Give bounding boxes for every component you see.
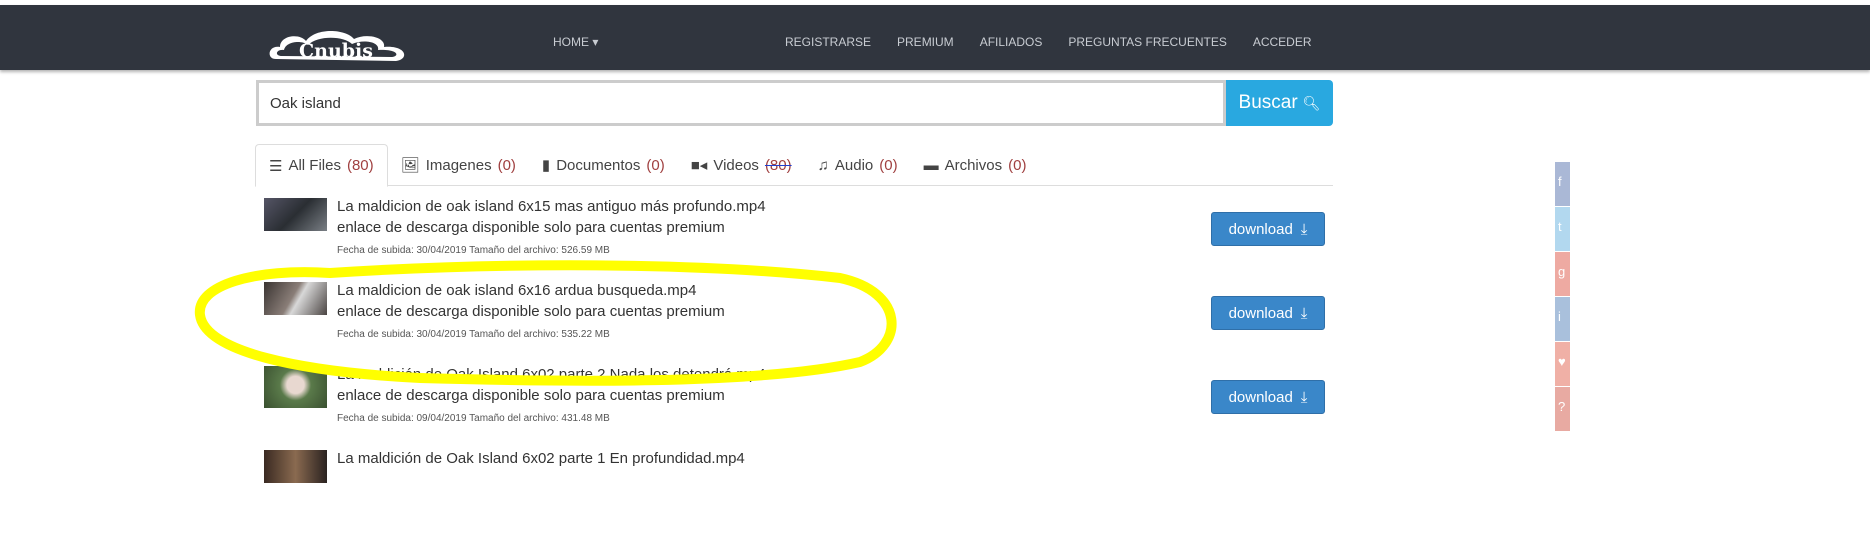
navbar: Cnubis HOME ▾ REGISTRARSE PREMIUM AFILIA… — [0, 5, 1870, 70]
search-input[interactable]: Oak island — [256, 80, 1226, 126]
caret-down-icon: ▾ — [592, 35, 599, 49]
download-icon: ⤓ — [1300, 304, 1308, 322]
facebook-icon[interactable]: f — [1555, 162, 1570, 206]
tab-label: Imagenes — [425, 156, 492, 174]
file-meta: Fecha de subida: 09/04/2019 Tamaño del a… — [337, 413, 610, 424]
file-row: La maldición de Oak Island 6x02 parte 2 … — [264, 366, 1334, 446]
tab-count: (80) — [764, 156, 792, 174]
twitter-icon[interactable]: t — [1555, 207, 1570, 251]
file-name[interactable]: La maldición de Oak Island 6x02 parte 1 … — [337, 450, 745, 467]
premium-note: enlace de descarga disponible solo para … — [337, 303, 725, 320]
google-plus-icon[interactable]: g — [1555, 252, 1570, 296]
tab-label: All Files — [288, 157, 341, 174]
nav-faq[interactable]: PREGUNTAS FRECUENTES — [1068, 35, 1226, 49]
tab-videos[interactable]: ■◂ Videos (80) — [678, 144, 805, 186]
archive-icon: ▬ — [923, 156, 939, 174]
tab-count: (0) — [1008, 156, 1027, 174]
download-button[interactable]: download ⤓ — [1211, 296, 1325, 330]
other-icon[interactable]: ? — [1555, 387, 1570, 431]
tab-count: (0) — [497, 156, 516, 174]
nav-home[interactable]: HOME ▾ — [553, 35, 598, 49]
social-share-bar: f t g i ♥ ? — [1555, 162, 1570, 432]
tab-count: (80) — [346, 157, 374, 174]
video-thumbnail[interactable] — [264, 366, 327, 408]
download-icon: ⤓ — [1300, 220, 1308, 238]
cnubis-logo[interactable]: Cnubis — [266, 27, 410, 67]
nav-home-label: HOME — [553, 35, 589, 49]
linkedin-icon[interactable]: i — [1555, 297, 1570, 341]
video-camera-icon: ■◂ — [690, 157, 708, 174]
file-type-tabs: ☰ All Files (80) 🖼︎ Imagenes (0) ▮ Documentos… — [255, 144, 1333, 187]
tab-archivos[interactable]: ▬ Archivos (0) — [911, 144, 1040, 186]
search-button[interactable]: Buscar 🔍︎ — [1226, 80, 1333, 126]
tab-label: Documentos — [556, 156, 641, 174]
file-name[interactable]: La maldición de Oak Island 6x02 parte 2 … — [337, 366, 766, 383]
tab-imagenes[interactable]: 🖼︎ Imagenes (0) — [388, 144, 529, 186]
tab-audio[interactable]: ♫ Audio (0) — [805, 144, 911, 186]
tab-label: Audio — [834, 156, 874, 174]
video-thumbnail[interactable] — [264, 450, 327, 483]
music-icon: ♫ — [817, 156, 829, 174]
premium-note: enlace de descarga disponible solo para … — [337, 219, 725, 236]
file-row: La maldicion de oak island 6x16 ardua bu… — [264, 282, 1334, 362]
tab-count: (0) — [879, 156, 898, 174]
tab-label: Videos — [713, 156, 759, 174]
svg-text:Cnubis: Cnubis — [299, 40, 373, 62]
nav-premium[interactable]: PREMIUM — [897, 35, 954, 49]
file-meta: Fecha de subida: 30/04/2019 Tamaño del a… — [337, 329, 610, 340]
file-icon: ▮ — [541, 157, 551, 174]
file-name[interactable]: La maldicion de oak island 6x16 ardua bu… — [337, 282, 696, 299]
video-thumbnail[interactable] — [264, 198, 327, 231]
download-icon: ⤓ — [1300, 388, 1308, 406]
list-icon: ☰ — [269, 157, 283, 175]
nav-afiliados[interactable]: AFILIADOS — [980, 35, 1043, 49]
pinterest-icon[interactable]: ♥ — [1555, 342, 1570, 386]
file-row: La maldicion de oak island 6x15 mas anti… — [264, 198, 1334, 278]
tab-documentos[interactable]: ▮ Documentos (0) — [529, 144, 678, 186]
nav-registrarse[interactable]: REGISTRARSE — [785, 35, 871, 49]
download-button[interactable]: download ⤓ — [1211, 380, 1325, 414]
premium-note: enlace de descarga disponible solo para … — [337, 387, 725, 404]
download-button[interactable]: download ⤓ — [1211, 212, 1325, 246]
video-thumbnail[interactable] — [264, 282, 327, 315]
tab-count: (0) — [646, 156, 665, 174]
search-button-label: Buscar — [1238, 92, 1298, 113]
nav-acceder[interactable]: ACCEDER — [1253, 35, 1312, 49]
tab-all-files[interactable]: ☰ All Files (80) — [255, 144, 388, 187]
download-label: download — [1228, 220, 1293, 238]
image-icon: 🖼︎ — [400, 157, 420, 174]
file-meta: Fecha de subida: 30/04/2019 Tamaño del a… — [337, 245, 610, 256]
file-row: La maldición de Oak Island 6x02 parte 1 … — [264, 450, 1334, 530]
tab-label: Archivos — [944, 156, 1003, 174]
file-name[interactable]: La maldicion de oak island 6x15 mas anti… — [337, 198, 766, 215]
download-label: download — [1228, 304, 1293, 322]
search-icon: 🔍︎ — [1302, 94, 1321, 111]
download-label: download — [1228, 388, 1293, 406]
